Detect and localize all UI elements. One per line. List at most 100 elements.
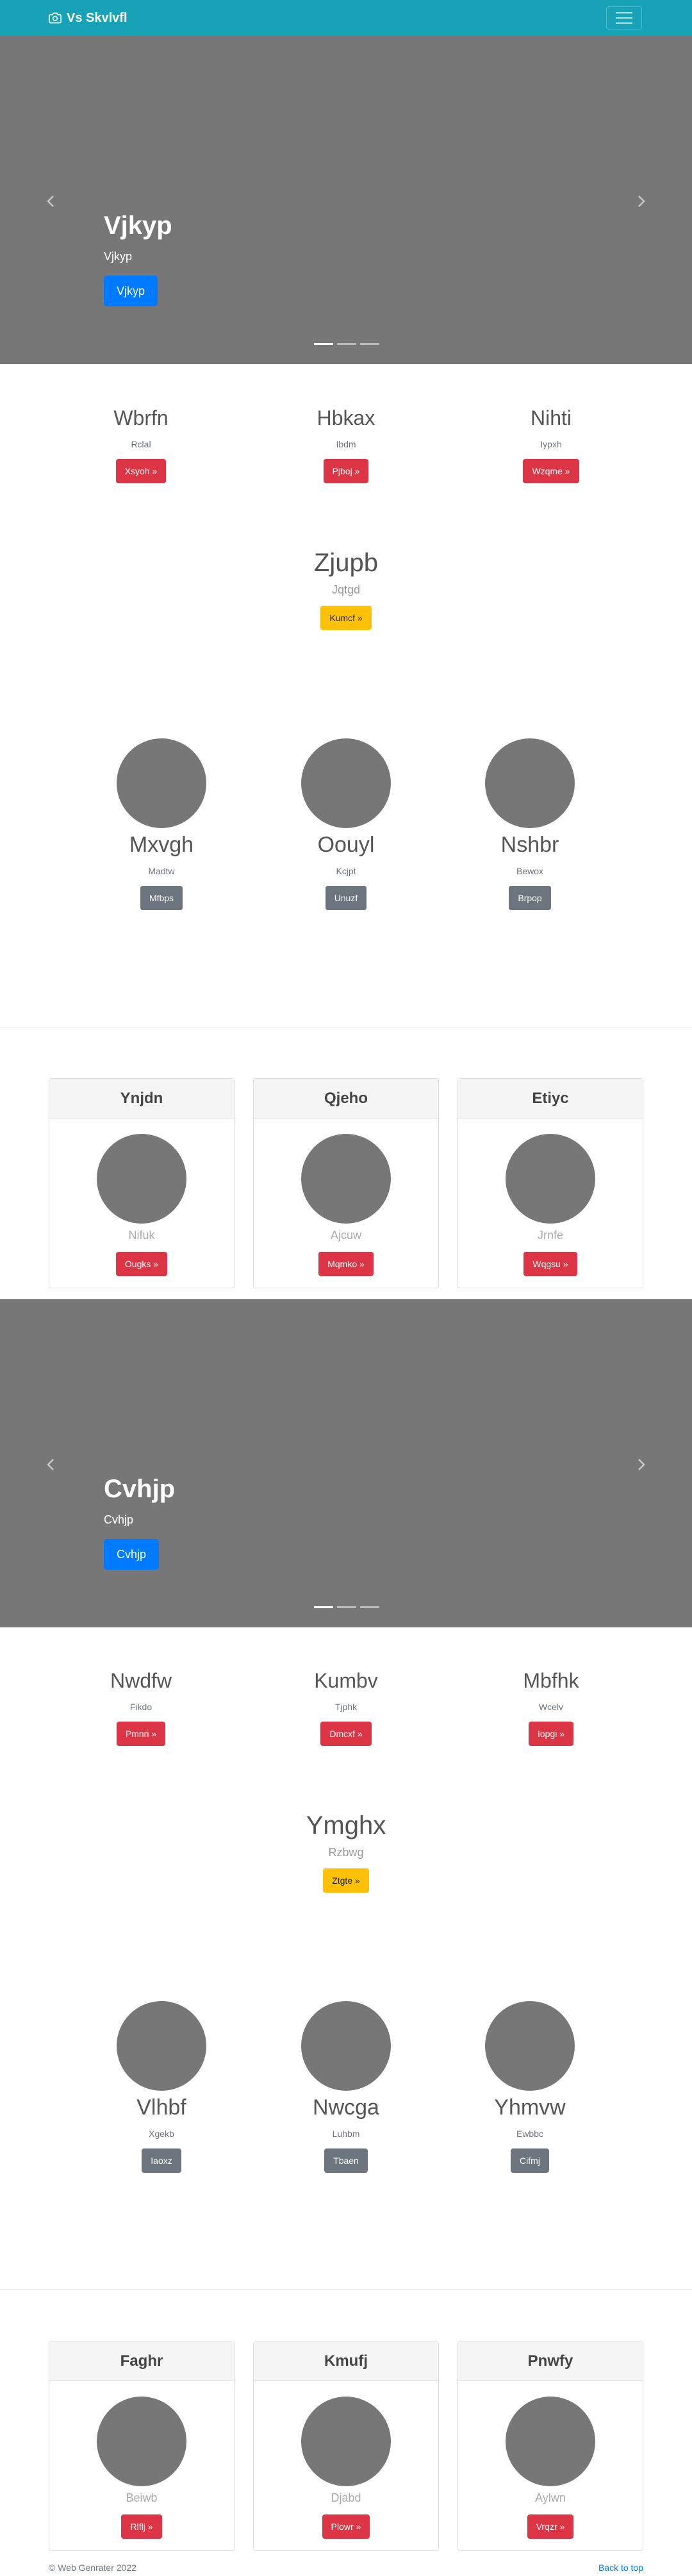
carousel-indicator[interactable] (314, 1606, 333, 1608)
profile-image (485, 2001, 575, 2091)
feature-col-title: Hbkax (317, 406, 375, 429)
card-image (97, 1134, 186, 1224)
carousel-next-icon[interactable] (628, 1452, 654, 1477)
feature-col-button[interactable]: Dmcxf » (320, 1722, 372, 1746)
profile-image (301, 738, 391, 828)
profile-button[interactable]: Brpop (509, 886, 551, 910)
carousel-caption: Cvhjp Cvhjp Cvhjp (104, 1474, 175, 1570)
card-button[interactable]: Mqmko » (318, 1252, 374, 1276)
feature-col-title: Nwdfw (110, 1669, 172, 1692)
profile-image (117, 738, 206, 828)
profile-image (117, 2001, 206, 2091)
carousel-subtitle: Vjkyp (104, 250, 133, 263)
card-header: Qjeho (254, 1079, 438, 1118)
footer-copyright: © Web Genrater 2022 (49, 2563, 136, 2573)
feature-col: Nihti Iypxh Wzqme » (455, 405, 647, 483)
profile-sub: Xgekb (149, 2129, 174, 2139)
profile-sub: Madtw (148, 866, 175, 876)
card: Etiyc Jrnfe Wqgsu » (457, 1078, 643, 1288)
card-image (97, 2397, 186, 2486)
profile-sub: Luhbm (332, 2129, 360, 2139)
card: Faghr Beiwb Rlflj » (49, 2341, 235, 2551)
carousel-title: Cvhjp (104, 1475, 176, 1503)
carousel-button[interactable]: Cvhjp (104, 1539, 160, 1570)
carousel-prev-icon[interactable] (38, 188, 64, 214)
profile-button[interactable]: Iaoxz (142, 2148, 181, 2173)
back-to-top-link[interactable]: Back to top (598, 2563, 643, 2573)
profile-col: Mxvgh Madtw Mfbps (65, 738, 258, 910)
carousel-indicator[interactable] (314, 343, 333, 345)
card-header: Ynjdn (49, 1079, 234, 1118)
carousel-indicator[interactable] (360, 343, 379, 345)
profile-button[interactable]: Cifmj (511, 2148, 549, 2173)
profile-sub: Bewox (516, 866, 544, 876)
card: Qjeho Ajcuw Mqmko » (253, 1078, 439, 1288)
card-button[interactable]: Ougks » (115, 1252, 168, 1276)
card-button[interactable]: Vrqzr » (527, 2514, 574, 2539)
carousel-title: Vjkyp (104, 212, 172, 240)
profile-button[interactable]: Unuzf (325, 886, 367, 910)
profile-col: Nwcga Luhbm Tbaen (250, 2001, 442, 2173)
profile-title: Vlhbf (136, 2095, 186, 2120)
profile-col: Vlhbf Xgekb Iaoxz (65, 2001, 258, 2173)
featured-button[interactable]: Ztgte » (323, 1868, 369, 1893)
card-image (301, 1134, 391, 1224)
feature-col-button[interactable]: Wzqme » (523, 459, 579, 483)
profile-col: Oouyl Kcjpt Unuzf (250, 738, 442, 910)
carousel-prev-icon[interactable] (38, 1452, 64, 1477)
profile-button[interactable]: Tbaen (324, 2148, 368, 2173)
feature-col-sub: Iypxh (540, 439, 562, 449)
card-button[interactable]: Rlflj » (121, 2514, 162, 2539)
carousel-subtitle: Cvhjp (104, 1513, 134, 1526)
card: Ynjdn Nifuk Ougks » (49, 1078, 235, 1288)
profile-image (485, 738, 575, 828)
featured-title: Zjupb (313, 549, 379, 577)
profile-title: Yhmvw (494, 2095, 566, 2120)
card-header: Kmufj (254, 2341, 438, 2381)
profile-button[interactable]: Mfbps (140, 886, 183, 910)
feature-col-title: Wbrfn (113, 406, 169, 429)
feature-col-title: Mbfhk (523, 1669, 579, 1692)
profile-title: Nwcga (313, 2095, 379, 2120)
carousel-indicator[interactable] (337, 1606, 356, 1608)
carousel-indicators (314, 343, 379, 345)
feature-col-button[interactable]: Iopgi » (528, 1722, 574, 1746)
hamburger-icon[interactable] (606, 6, 642, 29)
card-name: Ajcuw (330, 1229, 361, 1242)
card-header: Faghr (49, 2341, 234, 2381)
profile-title: Nshbr (500, 833, 559, 857)
feature-col-sub: Wcelv (538, 1702, 564, 1712)
profile-image (301, 2001, 391, 2091)
profile-sub: Kcjpt (336, 866, 356, 876)
featured-block: Zjupb Jqtgd Kumcf » (218, 547, 474, 630)
card-button[interactable]: Wqgsu » (523, 1252, 577, 1276)
hero-carousel: Cvhjp Cvhjp Cvhjp (0, 1299, 692, 1627)
carousel-indicators (314, 1606, 379, 1608)
card-name: Djabd (331, 2491, 361, 2504)
feature-col: Wbrfn Rclal Xsyoh » (45, 405, 237, 483)
card-name: Jrnfe (537, 1229, 564, 1242)
feature-col-button[interactable]: Pmnri » (116, 1722, 166, 1746)
carousel-indicator[interactable] (337, 343, 356, 345)
profile-sub: Ewbbc (516, 2129, 544, 2139)
hero-carousel: Vjkyp Vjkyp Vjkyp (0, 36, 692, 364)
feature-col-title: Nihti (530, 406, 572, 429)
card-image (506, 1134, 595, 1224)
card-button[interactable]: Plowr » (322, 2514, 370, 2539)
card-image (301, 2397, 391, 2486)
brand-label: Vs Skvlvfl (67, 10, 128, 25)
carousel-caption: Vjkyp Vjkyp Vjkyp (104, 210, 172, 306)
carousel-button[interactable]: Vjkyp (104, 276, 158, 306)
carousel-next-icon[interactable] (628, 188, 654, 214)
navbar: Vs Skvlvfl (0, 0, 692, 36)
carousel-indicator[interactable] (360, 1606, 379, 1608)
feature-col-button[interactable]: Pjboj » (323, 459, 369, 483)
card: Pnwfy Aylwn Vrqzr » (457, 2341, 643, 2551)
featured-button[interactable]: Kumcf » (320, 606, 372, 630)
feature-col-button[interactable]: Xsyoh » (115, 459, 167, 483)
brand-link[interactable]: Vs Skvlvfl (49, 9, 128, 27)
feature-col-sub: Fikdo (129, 1702, 152, 1712)
section-divider (0, 2289, 692, 2290)
card: Kmufj Djabd Plowr » (253, 2341, 439, 2551)
card-header: Pnwfy (458, 2341, 643, 2381)
